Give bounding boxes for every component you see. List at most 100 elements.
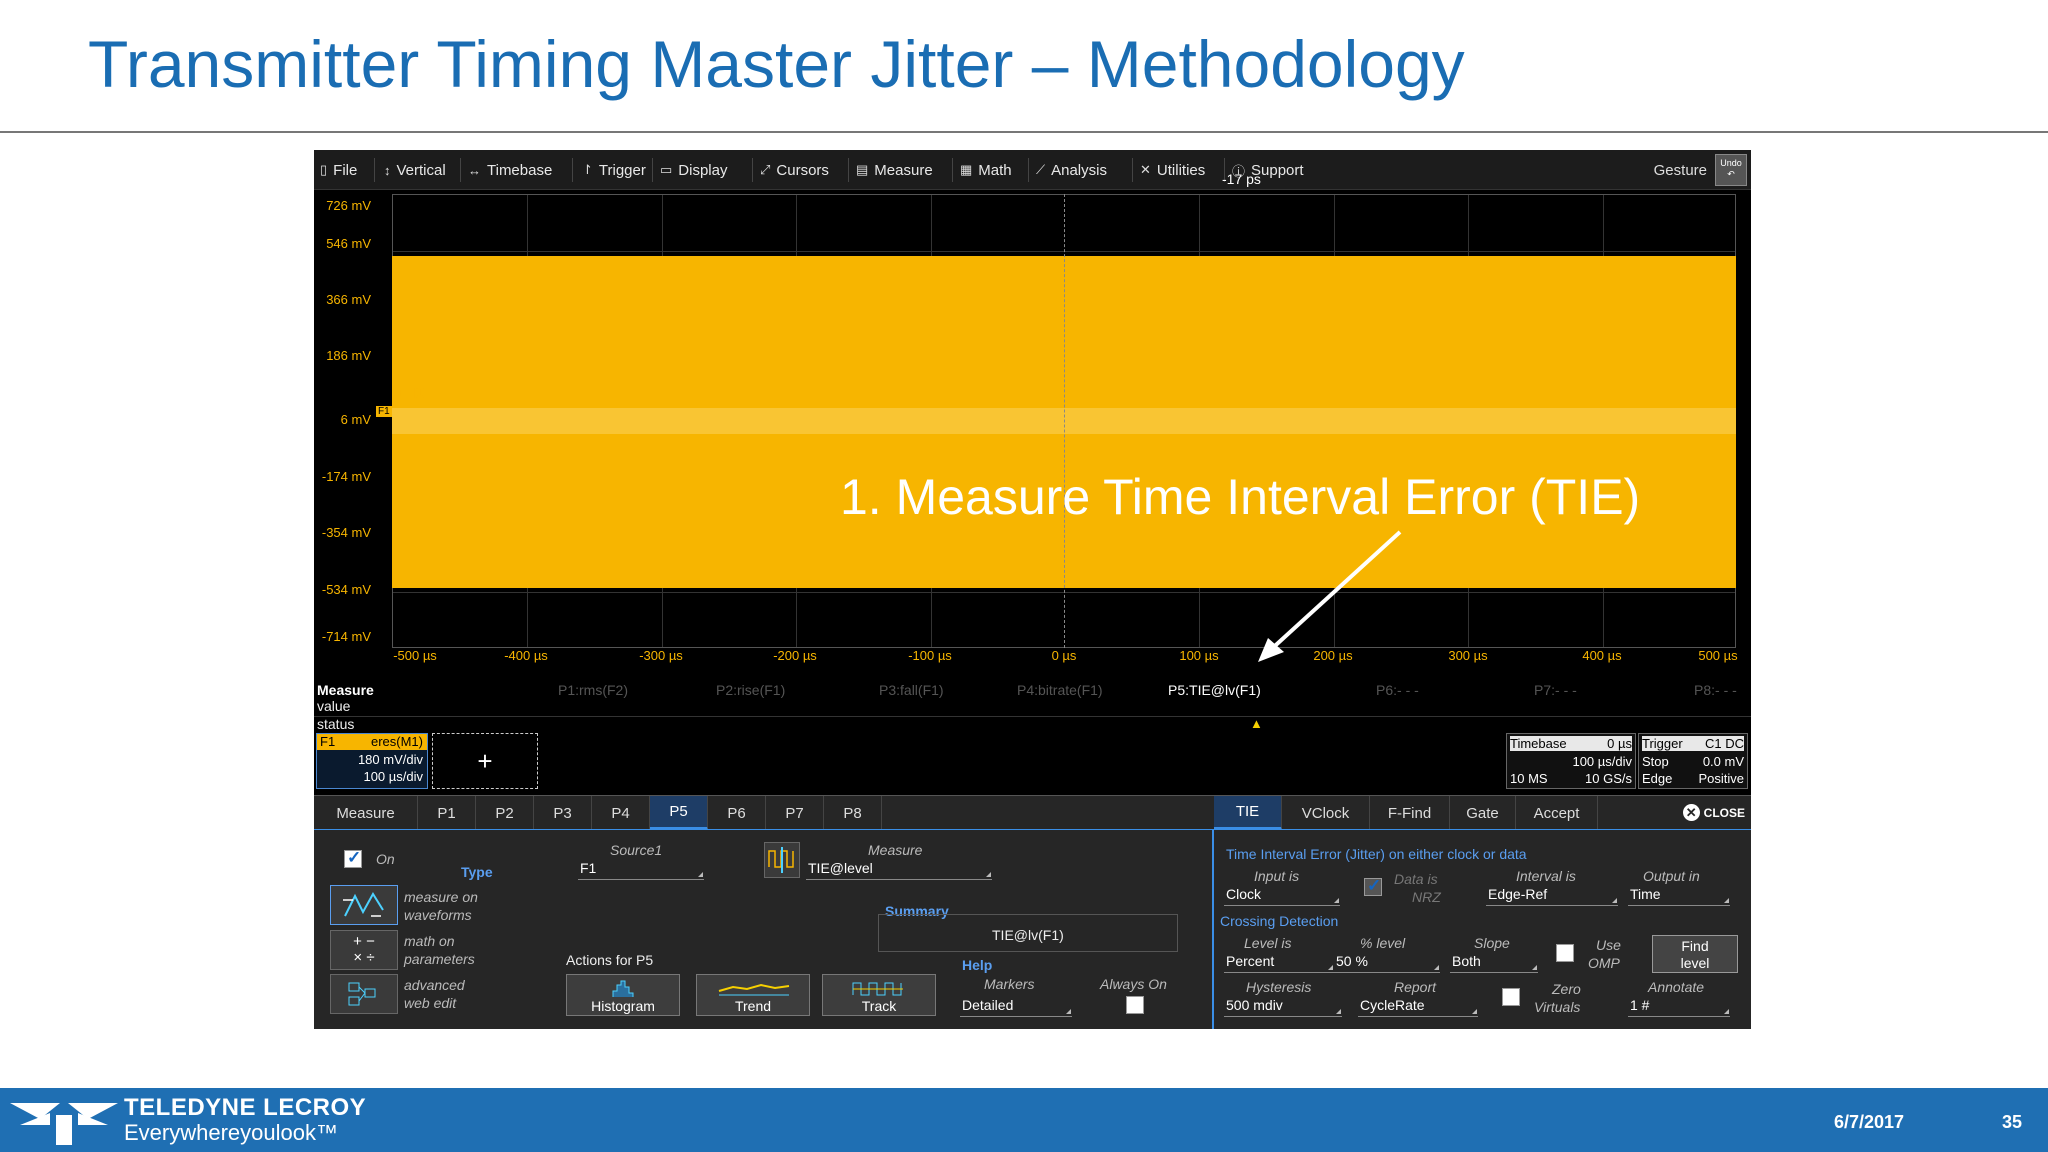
zero-virtuals-checkbox[interactable] [1502,988,1520,1006]
param-header[interactable]: P8:- - - [1694,682,1737,698]
type-option-line: math on [404,933,455,949]
param-header[interactable]: P2:rise(F1) [716,682,785,698]
tab-accept[interactable]: Accept [1516,796,1598,830]
menu-vertical[interactable]: ↕ Vertical [384,159,446,181]
report-select[interactable]: CycleRate [1358,997,1478,1017]
timebase-descriptor-box[interactable]: Timebase 0 µs 100 µs/div 10 MS 10 GS/s [1506,733,1636,789]
interval-select[interactable]: Edge-Ref [1486,886,1618,906]
timebase-rate: 10 GS/s [1585,771,1632,786]
always-on-checkbox[interactable] [1126,996,1144,1014]
y-tick-label: -354 mV [321,525,371,540]
input-select[interactable]: Clock [1224,886,1340,906]
menu-file[interactable]: ▯ File [320,159,357,181]
p5-value: -17 ps [1222,171,1261,187]
markers-select[interactable]: Detailed [960,997,1072,1017]
x-tick-label: -500 µs [393,648,437,663]
param-header[interactable]: P7:- - - [1534,682,1577,698]
type-measure-button[interactable] [330,885,398,925]
cursors-icon: ⤢ [760,162,771,177]
menu-trigger[interactable]: ↾ Trigger [582,159,646,181]
param-header[interactable]: P3:fall(F1) [879,682,944,698]
close-button[interactable]: ✕ CLOSE [1682,804,1745,821]
math-params-icon: + − × ÷ [353,933,375,966]
data-nrz-checkbox [1364,876,1382,896]
measure-icon: ▤ [856,162,869,177]
menu-measure[interactable]: ▤ Measure [856,159,933,181]
type-web-edit-button[interactable] [330,974,398,1014]
tab-f-find[interactable]: F-Find [1370,796,1450,830]
trend-button[interactable]: Trend [696,974,810,1016]
file-icon: ▯ [320,162,328,177]
f1-descriptor-box[interactable]: F1 eres(M1) 180 mV/div 100 µs/div [316,733,428,789]
menu-analysis[interactable]: ⟋ Analysis [1036,159,1107,181]
tab-p4[interactable]: P4 [592,796,650,830]
find-level-button[interactable]: Find level [1652,935,1738,973]
menu-cursors[interactable]: ⤢ Cursors [760,159,829,181]
add-trace-button[interactable]: + [432,733,538,789]
analysis-icon: ⟋ [1036,162,1046,177]
measure-select[interactable]: TIE@level [806,860,992,880]
y-tick-label: 186 mV [326,348,371,363]
menu-display[interactable]: ▭ Display [660,159,727,181]
gesture-toggle[interactable]: Gesture [1654,162,1707,179]
vertical-icon: ↕ [384,162,391,178]
slide-title: Transmitter Timing Master Jitter – Metho… [88,27,1465,101]
menu-utilities[interactable]: ✕ Utilities [1140,159,1205,181]
trigger-coupling: C1 DC [1704,736,1744,751]
x-tick-label: 400 µs [1582,648,1622,663]
y-tick-label: 546 mV [326,236,371,251]
slope-label: Slope [1474,935,1510,951]
tab-measure[interactable]: Measure [314,796,418,830]
trigger-descriptor-box[interactable]: Trigger C1 DC Stop 0.0 mV Edge Positive [1638,733,1748,789]
trigger-label: Trigger [1642,736,1683,751]
tab-p2[interactable]: P2 [476,796,534,830]
slope-select[interactable]: Both [1450,953,1538,973]
track-button[interactable]: Track [822,974,936,1016]
tab-p3[interactable]: P3 [534,796,592,830]
menu-timebase[interactable]: ↔ Timebase [468,159,552,181]
percent-level-input[interactable]: 50 % [1334,953,1440,973]
use-omp-checkbox[interactable] [1556,944,1574,962]
param-header[interactable]: P1:rms(F2) [558,682,628,698]
timebase-offset: 0 µs [1607,736,1632,751]
hysteresis-label: Hysteresis [1246,979,1312,995]
tab-p1[interactable]: P1 [418,796,476,830]
zero-virtuals-label: Zero [1552,981,1581,997]
tab-vclock[interactable]: VClock [1282,796,1370,830]
x-tick-label: -200 µs [773,648,817,663]
hysteresis-input[interactable]: 500 mdiv [1224,997,1342,1017]
type-math-button[interactable]: + − × ÷ [330,930,398,970]
x-tick-label: 500 µs [1698,648,1738,663]
undo-button[interactable]: Undo ↶ [1715,154,1747,186]
param-header[interactable]: P6:- - - [1376,682,1419,698]
y-tick-label: 726 mV [326,198,371,213]
source-label: Source1 [610,842,663,858]
tab-tie[interactable]: TIE [1214,796,1282,830]
trace-math-name: eres(M1) [370,734,423,749]
menu-math[interactable]: ▦ Math [960,159,1012,181]
tab-p8[interactable]: P8 [824,796,882,830]
nrz-label: Data is [1394,871,1438,887]
teledyne-logo-icon [10,1103,118,1145]
tab-gate[interactable]: Gate [1450,796,1516,830]
tab-p5[interactable]: P5 [650,796,708,830]
output-select[interactable]: Time [1628,886,1730,906]
measure-picker-button[interactable] [764,842,800,878]
param-header[interactable]: P4:bitrate(F1) [1017,682,1103,698]
source-select[interactable]: F1 [578,860,704,880]
tab-p6[interactable]: P6 [708,796,766,830]
param-header-active[interactable]: P5:TIE@lv(F1) [1168,682,1261,698]
annotate-select[interactable]: 1 # [1628,997,1730,1017]
trace-tag: F1 [320,734,336,749]
level-select[interactable]: Percent [1224,953,1334,973]
tab-p7[interactable]: P7 [766,796,824,830]
annotation-arrow-icon [1258,530,1402,662]
histogram-button[interactable]: Histogram [566,974,680,1016]
y-tick-label: -714 mV [321,629,371,644]
omp-label: OMP [1588,955,1620,971]
on-checkbox[interactable] [344,848,362,868]
measure-label: Measure [868,842,923,858]
timebase-icon: ↔ [468,162,481,178]
footer-date: 6/7/2017 [1834,1112,1905,1132]
warning-icon: ▲ [1250,716,1263,731]
